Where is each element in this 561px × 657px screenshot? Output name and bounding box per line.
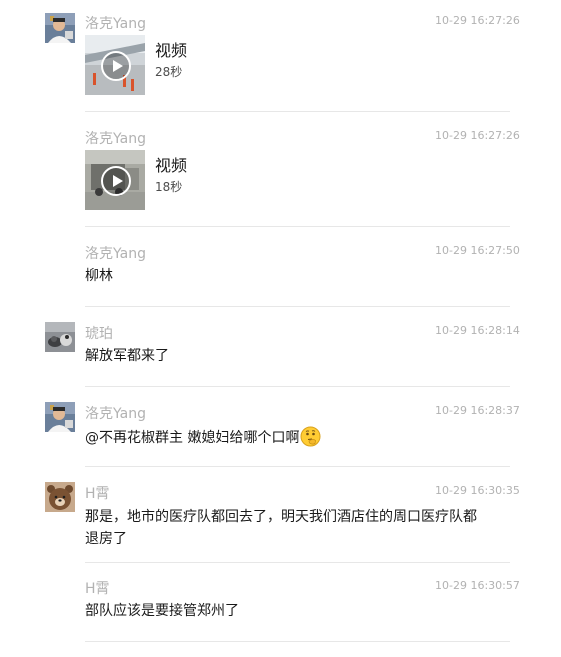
timestamp: 10-29 16:30:35 [435,484,520,497]
thinking-face-icon [300,426,321,447]
message-text: 解放军都来了 [85,348,169,364]
message-text: @不再花椒群主 嫩媳妇给哪个口啊 [85,426,485,449]
timestamp: 10-29 16:28:37 [435,404,520,417]
video-duration: 18秒 [155,180,183,194]
message-text: 那是，地市的医疗队都回去了，明天我们酒店住的周口医疗队都退房了 [85,509,477,547]
divider [85,306,510,307]
avatar[interactable] [45,482,75,512]
sender-name: H霄 [85,486,110,502]
sender-name: H霄 [85,581,110,597]
sender-name: 洛克Yang [85,16,146,32]
video-label: 视频 [155,41,188,60]
avatar[interactable] [45,322,75,352]
divider [85,111,510,112]
message-text: 部队应该是要接管郑州了 [85,603,239,619]
sender-name: 洛克Yang [85,406,146,422]
message-text-content: @不再花椒群主 嫩媳妇给哪个口啊 [85,430,300,446]
timestamp: 10-29 16:27:26 [435,14,520,27]
divider [85,466,510,467]
video-thumbnail[interactable] [85,150,145,210]
video-thumbnail[interactable] [85,35,145,95]
sender-name: 琥珀 [85,326,113,342]
sender-name: 洛克Yang [85,131,146,147]
divider [85,562,510,563]
play-icon [101,166,131,196]
divider [85,641,510,642]
video-duration: 28秒 [155,65,183,79]
divider [85,226,510,227]
play-icon [101,51,131,81]
timestamp: 10-29 16:27:50 [435,244,520,257]
avatar[interactable] [45,402,75,432]
video-label: 视频 [155,156,188,175]
timestamp: 10-29 16:30:57 [435,579,520,592]
timestamp: 10-29 16:28:14 [435,324,520,337]
message-text: 柳林 [85,268,113,284]
sender-name: 洛克Yang [85,246,146,262]
avatar[interactable] [45,13,75,43]
timestamp: 10-29 16:27:26 [435,129,520,142]
divider [85,386,510,387]
